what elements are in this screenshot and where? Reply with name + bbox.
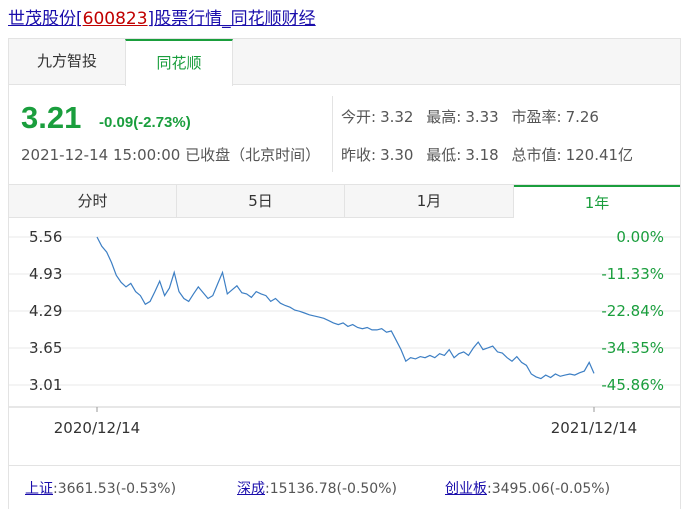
low-value: 3.18 bbox=[465, 146, 499, 164]
price-line bbox=[96, 236, 595, 380]
tab-1-month[interactable]: 1月 bbox=[345, 185, 514, 218]
title-suffix-link[interactable]: 股票行情_同花顺财经 bbox=[154, 9, 316, 29]
index-cyb-value: :3495.06(-0.05%) bbox=[487, 481, 611, 497]
code-bracket-open[interactable]: [ bbox=[76, 9, 83, 29]
stock-card: 九方智投 同花顺 3.21 -0.09(-2.73%) 2021-12-14 1… bbox=[8, 38, 681, 509]
index-sh: 上证:3661.53(-0.53%) bbox=[25, 478, 176, 498]
tab-1-year[interactable]: 1年 bbox=[514, 185, 680, 218]
high-stat: 最高: 3.33 bbox=[426, 108, 502, 126]
source-tabs: 九方智投 同花顺 bbox=[9, 39, 680, 86]
quote-divider bbox=[332, 96, 333, 172]
y-tick-left: 5.56 bbox=[29, 228, 62, 246]
high-value: 3.33 bbox=[465, 108, 499, 126]
stats-row-1: 今开: 3.32 最高: 3.33 市盈率: 7.26 bbox=[341, 106, 607, 127]
tab-tonghuashun[interactable]: 同花顺 bbox=[125, 39, 233, 86]
stats-row-2: 昨收: 3.30 最低: 3.18 总市值: 120.41亿 bbox=[341, 144, 641, 165]
stock-name-link[interactable]: 世茂股份 bbox=[8, 9, 76, 29]
price-chart-svg: 5.56 0.00% 4.93 -11.33% 4.29 -22.84% 3.65 -34.3… bbox=[9, 228, 680, 437]
quote-timestamp: 2021-12-14 15:00:00 已收盘（北京时间） bbox=[21, 146, 321, 164]
prev-close-stat: 昨收: 3.30 bbox=[341, 146, 417, 164]
low-stat: 最低: 3.18 bbox=[426, 146, 502, 164]
index-sh-value: :3661.53(-0.53%) bbox=[53, 481, 177, 497]
x-tick-label: 2020/12/14 bbox=[54, 419, 140, 437]
y-tick-right: -22.84% bbox=[601, 302, 664, 320]
price-change: -0.09(-2.73%) bbox=[99, 114, 191, 131]
tab-jiufang[interactable]: 九方智投 bbox=[9, 39, 125, 85]
y-tick-left: 3.65 bbox=[29, 339, 62, 357]
open-value: 3.32 bbox=[380, 108, 414, 126]
y-tick-left: 3.01 bbox=[29, 376, 62, 394]
open-label: 今开: bbox=[341, 108, 377, 126]
prev-close-label: 昨收: bbox=[341, 146, 377, 164]
period-tabs: 分时 5日 1月 1年 bbox=[9, 184, 680, 218]
y-tick-right: -34.35% bbox=[601, 339, 664, 357]
prev-close-value: 3.30 bbox=[380, 146, 414, 164]
price-chart: 5.56 0.00% 4.93 -11.33% 4.29 -22.84% 3.65 -34.3… bbox=[9, 219, 680, 455]
index-cyb-link[interactable]: 创业板 bbox=[445, 481, 487, 497]
y-tick-right: -11.33% bbox=[601, 265, 664, 283]
x-tick-label: 2021/12/14 bbox=[551, 419, 637, 437]
index-cyb: 创业板:3495.06(-0.05%) bbox=[445, 478, 610, 498]
mcap-value: 120.41亿 bbox=[565, 146, 634, 164]
index-sz-value: :15136.78(-0.50%) bbox=[265, 481, 397, 497]
index-sh-link[interactable]: 上证 bbox=[25, 481, 53, 497]
low-label: 最低: bbox=[426, 146, 462, 164]
tab-5-day[interactable]: 5日 bbox=[177, 185, 345, 218]
page-title[interactable]: 世茂股份[600823]股票行情_同花顺财经 bbox=[8, 6, 316, 32]
y-tick-right: -45.86% bbox=[601, 376, 664, 394]
mcap-label: 总市值: bbox=[511, 146, 562, 164]
index-sz: 深成:15136.78(-0.50%) bbox=[237, 478, 397, 498]
high-label: 最高: bbox=[426, 108, 462, 126]
open-stat: 今开: 3.32 bbox=[341, 108, 417, 126]
stock-code-link[interactable]: 600823 bbox=[83, 9, 148, 29]
tab-intraday[interactable]: 分时 bbox=[9, 185, 177, 218]
y-tick-left: 4.29 bbox=[29, 302, 62, 320]
pe-label: 市盈率: bbox=[511, 108, 562, 126]
pe-value: 7.26 bbox=[565, 108, 599, 126]
current-price: 3.21 bbox=[21, 100, 82, 135]
index-sz-link[interactable]: 深成 bbox=[237, 481, 265, 497]
quote-summary: 3.21 -0.09(-2.73%) 2021-12-14 15:00:00 已… bbox=[9, 86, 680, 182]
y-tick-right: 0.00% bbox=[616, 228, 664, 246]
pe-stat: 市盈率: 7.26 bbox=[512, 108, 603, 126]
index-bar: 上证:3661.53(-0.53%) 深成:15136.78(-0.50%) 创… bbox=[9, 465, 680, 498]
y-tick-left: 4.93 bbox=[29, 265, 62, 283]
mcap-stat: 总市值: 120.41亿 bbox=[512, 146, 638, 164]
